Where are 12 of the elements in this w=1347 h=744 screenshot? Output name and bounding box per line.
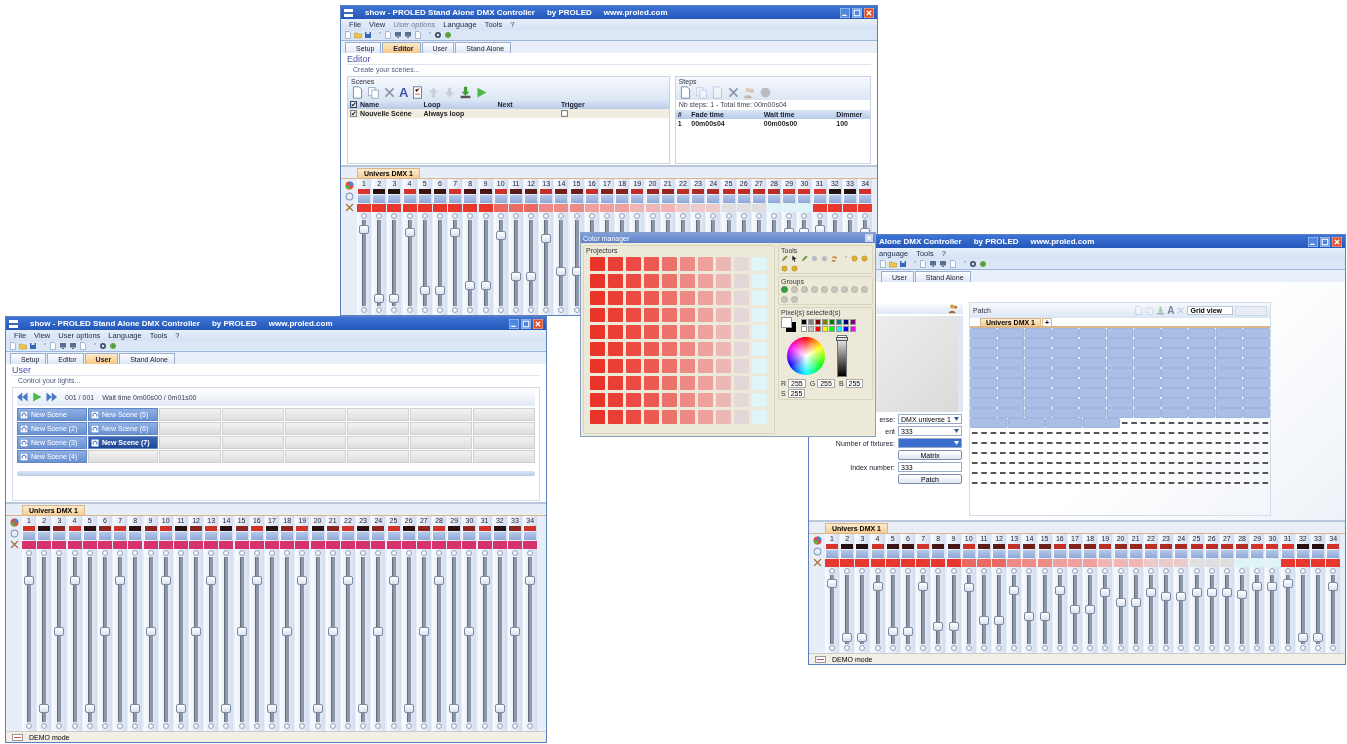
window-title: Alone DMX Controller [879, 237, 962, 246]
window-title: by PROLED [973, 237, 1019, 246]
page-heading: User [12, 365, 540, 376]
window-title: www.proled.com [1030, 237, 1095, 246]
window-title: show - PROLED Stand Alone DMX Controller [30, 319, 200, 328]
window-title: by PROLED [546, 8, 592, 17]
window-title: www.proled.com [268, 319, 333, 328]
rename-glyph[interactable]: A [399, 86, 409, 99]
window-title: www.proled.com [603, 8, 668, 17]
window-title: by PROLED [211, 319, 257, 328]
window-title: show - PROLED Stand Alone DMX Controller [365, 8, 535, 17]
page-heading: Editor [347, 54, 871, 65]
